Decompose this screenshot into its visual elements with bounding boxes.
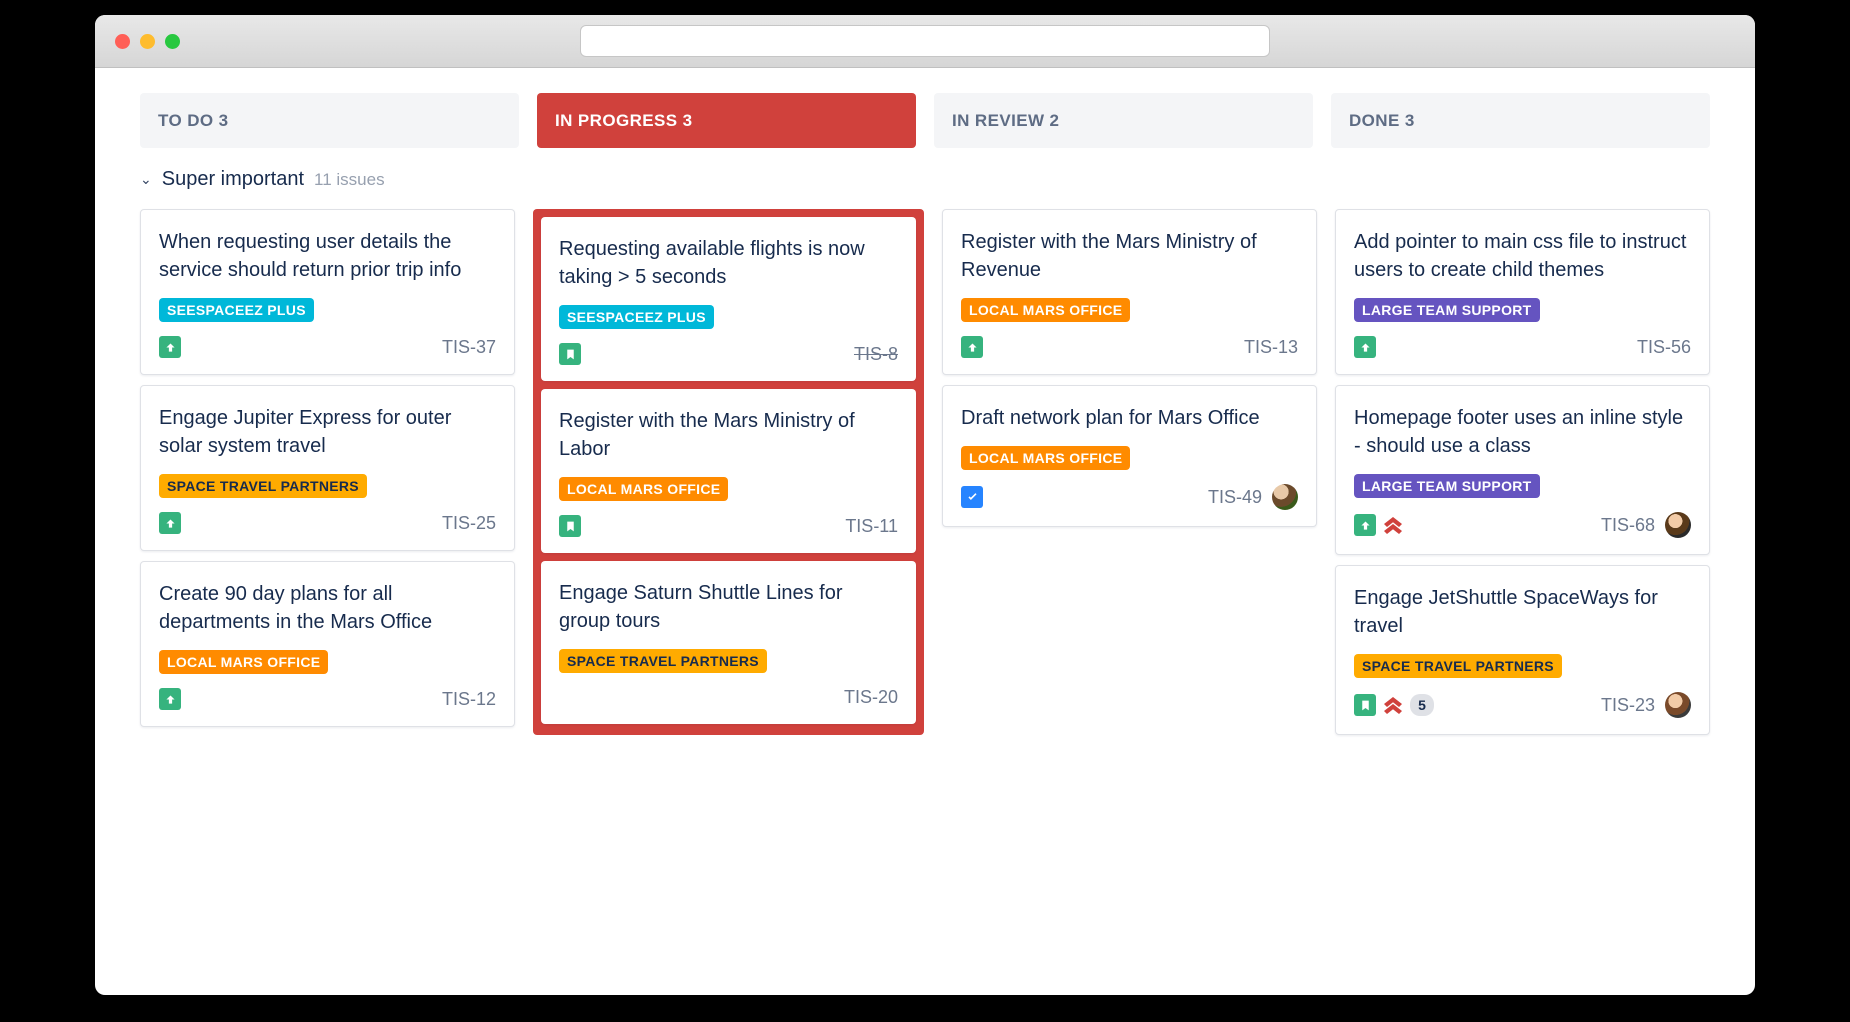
issue-key: TIS-56 bbox=[1637, 337, 1691, 358]
column-inreview: Register with the Mars Ministry of Reven… bbox=[942, 209, 1317, 735]
epic-label[interactable]: LARGE TEAM SUPPORT bbox=[1354, 298, 1540, 322]
card[interactable]: Register with the Mars Ministry of Labor… bbox=[541, 389, 916, 553]
assignee-avatar[interactable] bbox=[1665, 692, 1691, 718]
card-title: Homepage footer uses an inline style - s… bbox=[1354, 404, 1691, 460]
card-title: Register with the Mars Ministry of Reven… bbox=[961, 228, 1298, 284]
issue-key: TIS-37 bbox=[442, 337, 496, 358]
card[interactable]: Draft network plan for Mars Office LOCAL… bbox=[942, 385, 1317, 527]
assignee-avatar[interactable] bbox=[1665, 512, 1691, 538]
card-title: Engage Saturn Shuttle Lines for group to… bbox=[559, 579, 898, 635]
titlebar bbox=[95, 15, 1755, 68]
bookmark-icon bbox=[559, 515, 581, 537]
assignee-avatar[interactable] bbox=[1272, 484, 1298, 510]
card[interactable]: Engage Jupiter Express for outer solar s… bbox=[140, 385, 515, 551]
minimize-window-button[interactable] bbox=[140, 34, 155, 49]
issue-key: TIS-68 bbox=[1601, 515, 1655, 536]
card-title: When requesting user details the service… bbox=[159, 228, 496, 284]
card[interactable]: Requesting available flights is now taki… bbox=[541, 217, 916, 381]
issue-key: TIS-12 bbox=[442, 689, 496, 710]
epic-label[interactable]: SEESPACEEZ PLUS bbox=[559, 305, 714, 329]
issue-key: TIS-25 bbox=[442, 513, 496, 534]
task-check-icon bbox=[961, 486, 983, 508]
story-up-icon bbox=[159, 336, 181, 358]
card[interactable]: Register with the Mars Ministry of Reven… bbox=[942, 209, 1317, 375]
app-window: TO DO 3 IN PROGRESS 3 IN REVIEW 2 DONE 3… bbox=[95, 15, 1755, 995]
column-inprogress: Requesting available flights is now taki… bbox=[533, 209, 924, 735]
card-title: Engage JetShuttle SpaceWays for travel bbox=[1354, 584, 1691, 640]
story-up-icon bbox=[1354, 336, 1376, 358]
card[interactable]: Engage JetShuttle SpaceWays for travel S… bbox=[1335, 565, 1710, 735]
bookmark-icon bbox=[559, 343, 581, 365]
close-window-button[interactable] bbox=[115, 34, 130, 49]
card-title: Register with the Mars Ministry of Labor bbox=[559, 407, 898, 463]
column-done: Add pointer to main css file to instruct… bbox=[1335, 209, 1710, 735]
card[interactable]: Create 90 day plans for all departments … bbox=[140, 561, 515, 727]
swimlane-count: 11 issues bbox=[314, 170, 385, 190]
board: TO DO 3 IN PROGRESS 3 IN REVIEW 2 DONE 3… bbox=[95, 68, 1755, 760]
card[interactable]: Engage Saturn Shuttle Lines for group to… bbox=[541, 561, 916, 724]
priority-highest-icon bbox=[1384, 697, 1402, 714]
card-title: Engage Jupiter Express for outer solar s… bbox=[159, 404, 496, 460]
issue-key: TIS-11 bbox=[845, 516, 898, 537]
card-title: Draft network plan for Mars Office bbox=[961, 404, 1298, 432]
window-controls bbox=[115, 34, 180, 49]
story-up-icon bbox=[159, 688, 181, 710]
story-up-icon bbox=[961, 336, 983, 358]
chevron-down-icon: ⌄ bbox=[140, 171, 152, 188]
card[interactable]: When requesting user details the service… bbox=[140, 209, 515, 375]
column-header-inprogress[interactable]: IN PROGRESS 3 bbox=[537, 93, 916, 148]
issue-key: TIS-23 bbox=[1601, 695, 1655, 716]
epic-label[interactable]: SPACE TRAVEL PARTNERS bbox=[159, 474, 367, 498]
column-header-done[interactable]: DONE 3 bbox=[1331, 93, 1710, 148]
issue-key: TIS-8 bbox=[854, 344, 898, 365]
swimlane-columns: When requesting user details the service… bbox=[140, 209, 1710, 735]
story-up-icon bbox=[1354, 514, 1376, 536]
column-header-todo[interactable]: TO DO 3 bbox=[140, 93, 519, 148]
address-bar[interactable] bbox=[580, 25, 1270, 57]
epic-label[interactable]: LOCAL MARS OFFICE bbox=[559, 477, 728, 501]
epic-label[interactable]: LARGE TEAM SUPPORT bbox=[1354, 474, 1540, 498]
priority-highest-icon bbox=[1384, 517, 1402, 534]
column-header-inreview[interactable]: IN REVIEW 2 bbox=[934, 93, 1313, 148]
epic-label[interactable]: LOCAL MARS OFFICE bbox=[961, 446, 1130, 470]
swimlane-toggle[interactable]: ⌄ Super important 11 issues bbox=[140, 168, 1710, 191]
card-title: Create 90 day plans for all departments … bbox=[159, 580, 496, 636]
card[interactable]: Homepage footer uses an inline style - s… bbox=[1335, 385, 1710, 555]
card[interactable]: Add pointer to main css file to instruct… bbox=[1335, 209, 1710, 375]
column-headers: TO DO 3 IN PROGRESS 3 IN REVIEW 2 DONE 3 bbox=[140, 93, 1710, 148]
epic-label[interactable]: SPACE TRAVEL PARTNERS bbox=[1354, 654, 1562, 678]
issue-key: TIS-13 bbox=[1244, 337, 1298, 358]
issue-key: TIS-49 bbox=[1208, 487, 1262, 508]
story-points-badge: 5 bbox=[1410, 694, 1434, 716]
swimlane-name: Super important bbox=[162, 168, 304, 191]
epic-label[interactable]: LOCAL MARS OFFICE bbox=[159, 650, 328, 674]
card-title: Add pointer to main css file to instruct… bbox=[1354, 228, 1691, 284]
maximize-window-button[interactable] bbox=[165, 34, 180, 49]
issue-key: TIS-20 bbox=[844, 687, 898, 708]
epic-label[interactable]: SPACE TRAVEL PARTNERS bbox=[559, 649, 767, 673]
epic-label[interactable]: SEESPACEEZ PLUS bbox=[159, 298, 314, 322]
bookmark-icon bbox=[1354, 694, 1376, 716]
story-up-icon bbox=[159, 512, 181, 534]
card-title: Requesting available flights is now taki… bbox=[559, 235, 898, 291]
column-todo: When requesting user details the service… bbox=[140, 209, 515, 735]
epic-label[interactable]: LOCAL MARS OFFICE bbox=[961, 298, 1130, 322]
